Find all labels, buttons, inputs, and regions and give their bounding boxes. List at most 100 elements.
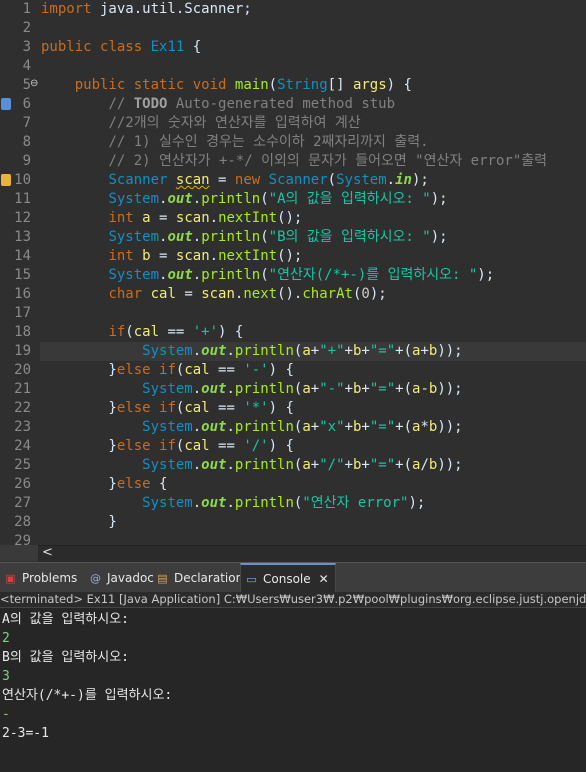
code-token: ) { <box>268 438 294 454</box>
code-line[interactable]: // TODO Auto-generated method stub <box>41 95 395 114</box>
code-token: cal <box>184 438 210 454</box>
code-token: java.util.Scanner; <box>91 1 252 17</box>
code-token: } <box>41 400 117 416</box>
code-line[interactable]: }else if(cal == '-') { <box>41 361 294 380</box>
horizontal-scrollbar[interactable]: < <box>38 545 586 562</box>
tab-declaration[interactable]: ▤ Declaration <box>152 563 249 593</box>
code-token: System <box>142 381 193 397</box>
line-number: 24 <box>14 438 31 454</box>
code-token: . <box>192 343 202 359</box>
code-token: + <box>361 419 370 435</box>
problems-icon: ▣ <box>5 571 16 585</box>
code-line[interactable]: System.out.println(a+"/"+b+"="+(a/b)); <box>41 456 463 475</box>
code-token: scan <box>201 286 235 302</box>
code-token: out <box>167 191 193 207</box>
code-line[interactable]: // 1) 실수인 경우는 소수이하 2째자리까지 출력. <box>41 133 428 152</box>
code-token: '+' <box>192 324 219 340</box>
console-input-line: - <box>2 707 10 722</box>
line-number: 4 <box>22 58 31 74</box>
line-number-gutter: 1 2 3 4 5 ⊖ 6 7 8 9 10 11 12 13 14 15 16 17 18 19 20 21 22 23 24… <box>0 0 38 545</box>
code-editor[interactable]: 1 2 3 4 5 ⊖ 6 7 8 9 10 11 12 13 14 15 16 17 18 19 20 21 22 23 24… <box>0 0 586 545</box>
line-number: 26 <box>14 476 31 492</box>
code-token: args <box>352 77 387 93</box>
code-line[interactable]: //2개의 숫자와 연산자를 입력하여 계산 <box>41 114 360 133</box>
code-token: } <box>41 438 117 454</box>
code-token: "B의 값을 입력하시오: " <box>268 229 431 245</box>
code-token: int <box>108 210 134 226</box>
tab-problems[interactable]: ▣ Problems <box>0 563 83 593</box>
code-line[interactable]: System.out.println(a+"+"+b+"="+(a+b)); <box>41 342 462 361</box>
code-token: ) { <box>268 400 294 416</box>
code-line[interactable]: System.out.println("A의 값을 입력하시오: "); <box>41 190 448 209</box>
code-line[interactable]: System.out.println("연산자(/*+-)를 입력하시오: ")… <box>41 266 494 285</box>
code-token: next <box>243 286 278 302</box>
code-line[interactable]: if(cal == '+') { <box>41 323 243 342</box>
code-token: a <box>302 419 311 435</box>
code-line[interactable]: int a = scan.nextInt(); <box>41 209 302 228</box>
code-token: + <box>344 343 353 359</box>
code-token: ); <box>430 191 448 207</box>
code-token: "A의 값을 입력하시오: " <box>268 191 431 207</box>
code-token: . <box>192 381 202 397</box>
code-token: )); <box>437 381 463 397</box>
code-line[interactable]: System.out.println("B의 값을 입력하시오: "); <box>41 228 447 247</box>
console-input-line: 2 <box>2 631 10 646</box>
close-icon[interactable]: ✕ <box>319 564 329 594</box>
code-token: a <box>302 343 311 359</box>
code-line[interactable]: public static void main(String[] args) { <box>41 76 412 95</box>
code-line[interactable]: }else { <box>41 475 167 494</box>
code-line[interactable]: import java.util.Scanner; <box>41 0 252 19</box>
code-token: out <box>167 267 193 283</box>
code-token: + <box>361 343 370 359</box>
line-number: 10 <box>14 172 31 188</box>
code-token: ( <box>125 324 134 340</box>
line-number: 13 <box>14 229 31 245</box>
tab-label: Console <box>263 572 311 586</box>
code-line[interactable]: }else if(cal == '/') { <box>41 437 294 456</box>
code-token: )); <box>437 457 463 473</box>
code-line[interactable]: Scanner scan = new Scanner(System.in); <box>41 171 429 190</box>
code-token: { <box>150 476 168 492</box>
code-token: + <box>361 381 370 397</box>
code-token: System <box>108 229 160 245</box>
line-number: 27 <box>14 495 31 511</box>
code-line[interactable]: System.out.println("연산자 error"); <box>41 494 425 513</box>
code-token: charAt <box>302 286 353 302</box>
code-line[interactable]: // 2) 연산자가 +-*/ 이외의 문자가 들어오면 "연산자 error"… <box>41 152 547 171</box>
console-output[interactable]: A의 값을 입력하시오: 2 B의 값을 입력하시오: 3 연산자(/*+-)를 입력하… <box>0 608 586 772</box>
fold-collapse-icon[interactable]: ⊖ <box>30 78 38 90</box>
scroll-left-arrow[interactable]: < <box>42 546 53 560</box>
code-line[interactable]: System.out.println(a+"x"+b+"="+(a*b)); <box>41 418 462 437</box>
code-token: == <box>209 438 244 454</box>
line-number: 20 <box>14 362 31 378</box>
code-token: out <box>167 229 193 245</box>
code-token: out <box>201 457 227 473</box>
tab-javadoc[interactable]: @ Javadoc <box>85 563 160 593</box>
line-number: 11 <box>14 191 31 207</box>
code-line[interactable]: } <box>41 513 116 532</box>
code-token: a <box>302 457 311 473</box>
code-token: ); <box>411 172 429 188</box>
code-token: if <box>159 438 176 454</box>
code-token: "-" <box>319 381 345 397</box>
line-number: 2 <box>22 20 31 36</box>
code-line[interactable]: }else if(cal == '*') { <box>41 399 294 418</box>
code-line[interactable]: public class Ex11 { <box>41 38 201 57</box>
code-line[interactable]: System.out.println(a+"-"+b+"="+(a-b)); <box>41 380 463 399</box>
code-token: '*' <box>243 400 269 416</box>
tab-console[interactable]: ▭ Console ✕ <box>240 563 336 593</box>
line-number: 8 <box>22 134 31 150</box>
code-line[interactable]: int b = scan.nextInt(); <box>41 247 302 266</box>
code-line[interactable]: char cal = scan.next().charAt(0); <box>41 285 386 304</box>
code-token: "연산자 error" <box>302 495 409 511</box>
line-number: 23 <box>14 419 31 435</box>
